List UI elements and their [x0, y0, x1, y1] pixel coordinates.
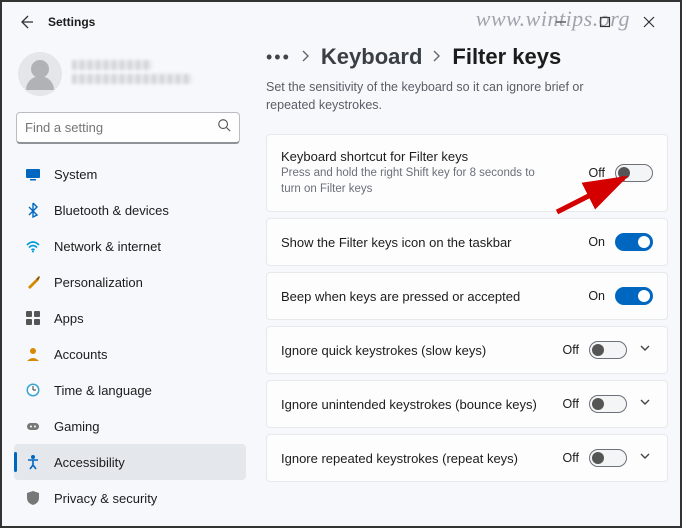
setting-slow-keys[interactable]: Ignore quick keystrokes (slow keys) Off [266, 326, 668, 374]
search-box[interactable] [16, 112, 240, 144]
setting-repeat-keys[interactable]: Ignore repeated keystrokes (repeat keys)… [266, 434, 668, 482]
gaming-icon [24, 417, 42, 435]
expand-chevron-icon[interactable] [637, 341, 653, 359]
toggle-state-label: Off [563, 343, 579, 357]
breadcrumb: ••• Keyboard Filter keys [266, 44, 668, 70]
nav-list: System Bluetooth & devices Network & int… [14, 156, 246, 526]
sidebar-item-label: Accessibility [54, 455, 125, 470]
app-title: Settings [48, 15, 95, 29]
sidebar-item-privacy[interactable]: Privacy & security [14, 480, 246, 516]
sidebar-item-label: Time & language [54, 383, 152, 398]
setting-title: Ignore repeated keystrokes (repeat keys) [281, 451, 553, 466]
bluetooth-icon [24, 201, 42, 219]
search-icon [217, 118, 231, 137]
wifi-icon [24, 237, 42, 255]
toggle-state-label: On [588, 235, 605, 249]
toggle-state-label: Off [589, 166, 605, 180]
breadcrumb-overflow[interactable]: ••• [266, 47, 291, 68]
setting-desc: Press and hold the right Shift key for 8… [281, 166, 541, 197]
expand-chevron-icon[interactable] [637, 449, 653, 467]
shield-icon [24, 489, 42, 507]
search-input[interactable] [25, 120, 217, 135]
expand-chevron-icon[interactable] [637, 395, 653, 413]
system-icon [24, 165, 42, 183]
setting-shortcut-filter-keys[interactable]: Keyboard shortcut for Filter keys Press … [266, 134, 668, 212]
toggle-state-label: On [588, 289, 605, 303]
sidebar-item-apps[interactable]: Apps [14, 300, 246, 336]
sidebar-item-label: System [54, 167, 97, 182]
setting-title: Keyboard shortcut for Filter keys [281, 149, 579, 164]
accounts-icon [24, 345, 42, 363]
profile-section[interactable] [14, 46, 246, 108]
sidebar-item-label: Apps [54, 311, 84, 326]
sidebar-item-time[interactable]: Time & language [14, 372, 246, 408]
maximize-button[interactable] [590, 8, 620, 36]
sidebar: System Bluetooth & devices Network & int… [2, 42, 252, 526]
setting-title: Beep when keys are pressed or accepted [281, 289, 578, 304]
chevron-right-icon [432, 49, 442, 66]
sidebar-item-label: Accounts [54, 347, 107, 362]
setting-beep[interactable]: Beep when keys are pressed or accepted O… [266, 272, 668, 320]
sidebar-item-gaming[interactable]: Gaming [14, 408, 246, 444]
chevron-right-icon [301, 49, 311, 66]
sidebar-item-update[interactable]: Windows Update [14, 516, 246, 526]
apps-icon [24, 309, 42, 327]
avatar [18, 52, 62, 96]
toggle-switch[interactable] [589, 341, 627, 359]
window-controls [546, 8, 674, 36]
setting-title: Ignore unintended keystrokes (bounce key… [281, 397, 553, 412]
titlebar: Settings [2, 2, 680, 42]
back-button[interactable] [12, 8, 40, 36]
minimize-button[interactable] [546, 8, 576, 36]
accessibility-icon [24, 453, 42, 471]
sidebar-item-label: Bluetooth & devices [54, 203, 169, 218]
sidebar-item-system[interactable]: System [14, 156, 246, 192]
toggle-switch[interactable] [615, 287, 653, 305]
sidebar-item-personalization[interactable]: Personalization [14, 264, 246, 300]
sidebar-item-label: Personalization [54, 275, 143, 290]
toggle-state-label: Off [563, 397, 579, 411]
setting-title: Ignore quick keystrokes (slow keys) [281, 343, 553, 358]
close-button[interactable] [634, 8, 664, 36]
clock-icon [24, 381, 42, 399]
update-icon [24, 525, 42, 526]
toggle-switch[interactable] [589, 449, 627, 467]
main-content: ••• Keyboard Filter keys Set the sensiti… [252, 42, 680, 526]
sidebar-item-accounts[interactable]: Accounts [14, 336, 246, 372]
sidebar-item-accessibility[interactable]: Accessibility [14, 444, 246, 480]
sidebar-item-label: Privacy & security [54, 491, 157, 506]
sidebar-item-bluetooth[interactable]: Bluetooth & devices [14, 192, 246, 228]
setting-title: Show the Filter keys icon on the taskbar [281, 235, 578, 250]
toggle-state-label: Off [563, 451, 579, 465]
sidebar-item-label: Gaming [54, 419, 100, 434]
sidebar-item-label: Network & internet [54, 239, 161, 254]
breadcrumb-current: Filter keys [452, 44, 561, 70]
toggle-switch[interactable] [615, 164, 653, 182]
profile-name [72, 60, 192, 88]
setting-bounce-keys[interactable]: Ignore unintended keystrokes (bounce key… [266, 380, 668, 428]
toggle-switch[interactable] [589, 395, 627, 413]
setting-taskbar-icon[interactable]: Show the Filter keys icon on the taskbar… [266, 218, 668, 266]
brush-icon [24, 273, 42, 291]
sidebar-item-network[interactable]: Network & internet [14, 228, 246, 264]
page-subtitle: Set the sensitivity of the keyboard so i… [266, 78, 626, 114]
toggle-switch[interactable] [615, 233, 653, 251]
breadcrumb-parent[interactable]: Keyboard [321, 44, 422, 70]
